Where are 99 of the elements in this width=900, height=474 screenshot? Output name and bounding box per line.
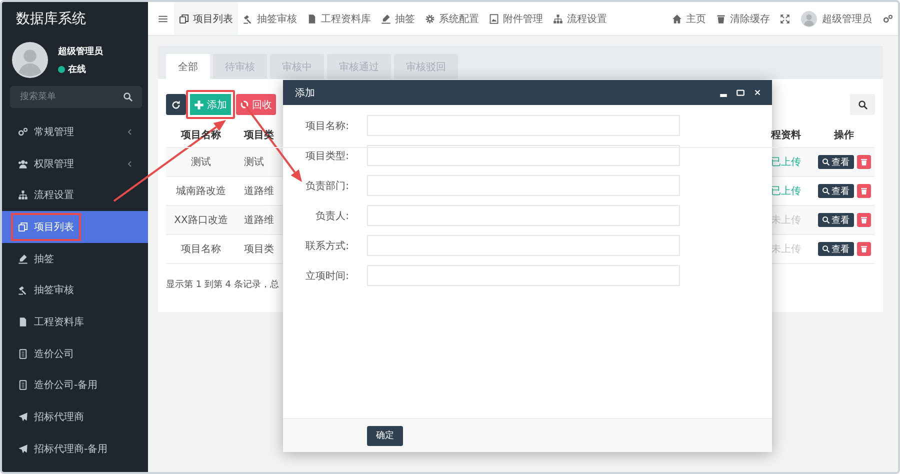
- gear-icon: [425, 14, 435, 24]
- recycle-icon: [240, 100, 249, 109]
- confirm-button[interactable]: 确定: [367, 426, 403, 446]
- user-name: 超级管理员: [58, 46, 103, 58]
- field-label: 项目类型:: [304, 150, 349, 162]
- sidebar-item[interactable]: 流程设置: [2, 179, 148, 212]
- expand-icon: [780, 14, 790, 24]
- table-cell: 测试: [236, 148, 281, 177]
- delete-button[interactable]: [856, 184, 870, 198]
- gears-icon: [883, 14, 893, 24]
- sidebar-item[interactable]: 抽签: [2, 242, 148, 274]
- search-field[interactable]: 搜索菜单: [10, 86, 142, 108]
- input-field[interactable]: [367, 235, 680, 256]
- dialog-title: 添加: [295, 86, 316, 100]
- sitemap-icon: [553, 14, 563, 24]
- users-icon: [18, 158, 28, 169]
- hammer-icon: [243, 14, 253, 24]
- sitemap-icon: [18, 190, 28, 200]
- sidebar-item[interactable]: 造价公司-备用: [2, 370, 148, 402]
- sidebar-item[interactable]: 项目列表: [2, 211, 148, 243]
- avatar-icon: [801, 10, 817, 26]
- refresh-icon: [171, 100, 181, 110]
- filter-tab[interactable]: 全部: [166, 54, 210, 79]
- image-icon: [489, 14, 499, 24]
- search-icon: [858, 100, 868, 110]
- search-icon: [822, 216, 830, 224]
- trash-icon: [860, 245, 868, 253]
- nav-link[interactable]: 清除缓存: [711, 2, 775, 35]
- table-cell: XX路口改造: [166, 206, 236, 235]
- view-button[interactable]: 查看: [818, 184, 854, 198]
- document-icon: [307, 14, 317, 24]
- trash-icon: [860, 216, 868, 224]
- view-button[interactable]: 查看: [818, 242, 854, 256]
- sidebar-item[interactable]: 招标代理商-备用: [2, 432, 148, 465]
- maximize-icon: [736, 88, 745, 97]
- sidebar-item[interactable]: 招标代理商: [2, 401, 148, 433]
- copy-icon: [18, 222, 28, 232]
- view-button[interactable]: 查看: [818, 155, 854, 169]
- input-field[interactable]: [367, 115, 680, 136]
- nav-tab[interactable]: 附件管理: [484, 2, 548, 35]
- avatar-icon: [12, 42, 48, 78]
- nav-tab[interactable]: 工程资料库: [302, 2, 376, 35]
- trash-icon: [860, 158, 868, 166]
- close-icon: [753, 88, 762, 97]
- delete-button[interactable]: [856, 242, 870, 256]
- input-field[interactable]: [367, 175, 680, 196]
- table-cell: 项目类: [236, 235, 281, 264]
- sidebar-item[interactable]: 工程资料库: [2, 306, 148, 338]
- plus-icon: [194, 100, 204, 110]
- pagination-summary: 显示第 1 到第 4 条记录，总: [166, 278, 280, 291]
- menu-icon: [158, 14, 168, 24]
- search-icon: [123, 92, 133, 102]
- sidebar-item[interactable]: 常规管理: [2, 116, 148, 148]
- plane-icon: [18, 444, 28, 454]
- table-cell: 项目名称: [166, 235, 236, 264]
- field-label: 项目名称:: [304, 120, 349, 132]
- search-icon: [822, 158, 830, 166]
- pen-icon: [18, 254, 28, 264]
- document-icon: [18, 316, 28, 327]
- search-button[interactable]: [850, 94, 875, 115]
- minimize-icon: [719, 94, 728, 96]
- nav-link[interactable]: 主页: [667, 2, 711, 35]
- nav-tab[interactable]: 流程设置: [548, 2, 612, 35]
- user-name[interactable]: 超级管理员: [822, 12, 872, 26]
- input-field[interactable]: [367, 265, 680, 286]
- nav-tab[interactable]: 项目列表: [174, 2, 238, 35]
- plane-icon: [18, 412, 28, 422]
- nav-tab[interactable]: 系统配置: [420, 2, 484, 35]
- refresh-button[interactable]: [166, 94, 186, 115]
- recycle-button[interactable]: 回收: [236, 94, 276, 115]
- table-cell: 测试: [166, 148, 236, 177]
- building-icon: [18, 348, 28, 359]
- hammer-icon: [18, 285, 28, 296]
- trash-icon: [860, 187, 868, 195]
- home-icon: [672, 14, 682, 24]
- field-label: 联系方式:: [304, 240, 349, 252]
- table-cell: 道路维: [236, 206, 281, 235]
- app-title: 数据库系统: [15, 10, 87, 29]
- delete-button[interactable]: [856, 155, 870, 169]
- trash-icon: [716, 14, 726, 24]
- input-field[interactable]: [367, 205, 680, 226]
- input-field[interactable]: [367, 145, 680, 166]
- building-icon: [18, 380, 28, 390]
- field-label: 负责人:: [314, 210, 349, 222]
- view-button[interactable]: 查看: [818, 213, 854, 227]
- search-icon: [822, 187, 830, 195]
- field-label: 立项时间:: [304, 270, 349, 282]
- nav-tab[interactable]: 抽签: [376, 2, 420, 35]
- search-icon: [822, 245, 830, 253]
- sidebar-item[interactable]: 抽签审核: [2, 274, 148, 306]
- pen-icon: [381, 14, 391, 24]
- field-label: 负责部门:: [304, 180, 349, 192]
- delete-button[interactable]: [856, 213, 870, 227]
- sidebar-item[interactable]: 权限管理: [2, 148, 148, 180]
- user-status: 在线: [68, 63, 86, 76]
- sidebar-item[interactable]: 造价公司: [2, 338, 148, 370]
- copy-icon: [179, 14, 189, 24]
- gears-icon: [18, 126, 28, 137]
- nav-tab[interactable]: 抽签审核: [238, 2, 302, 35]
